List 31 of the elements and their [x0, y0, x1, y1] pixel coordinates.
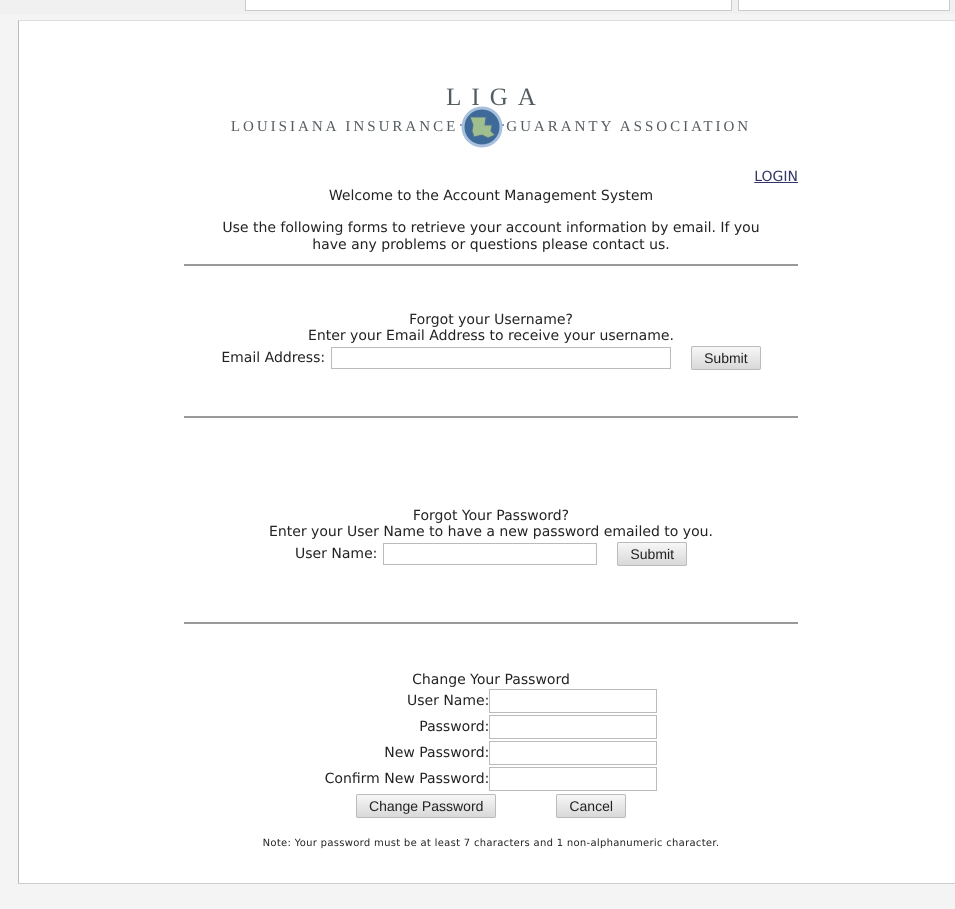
field-label: Password: [418, 719, 490, 735]
password-note: Note: Your password must be at least 7 characters and 1 non-alphanumeric character. [262, 837, 720, 851]
input-field[interactable] [383, 543, 598, 565]
change-password-button[interactable]: Change Password [356, 794, 496, 818]
field-label: User Name: [406, 693, 490, 709]
toolbar-field[interactable] [245, 0, 732, 11]
field-label: User Name: [295, 546, 378, 562]
logo-name: GUARANTY ASSOCIATION [506, 118, 752, 136]
section-title: Forgot Your Password? [412, 508, 570, 524]
welcome-text: Welcome to the Account Management System [328, 188, 654, 204]
logo-title: LIGA [446, 85, 546, 111]
field-label: New Password: [383, 745, 490, 761]
logo-name: LOUISIANA INSURANCE [230, 118, 458, 136]
input-field[interactable] [489, 767, 658, 791]
section-description: Enter your Email Address to receive your username. [308, 328, 674, 344]
input-field[interactable] [489, 715, 658, 739]
toolbar-field[interactable] [738, 0, 950, 11]
submit-button[interactable]: Submit [691, 346, 761, 370]
intro-text: Use the following forms to retrieve your account information by email. If you have any problems or questions please contact us. [221, 220, 761, 254]
submit-button[interactable]: Submit [617, 542, 687, 566]
input-field[interactable] [489, 689, 658, 713]
section-title: Forgot your Username? [409, 312, 573, 328]
section-title: Change Your Password [412, 672, 570, 688]
field-label: Confirm New Password: [324, 771, 490, 787]
input-field[interactable] [331, 347, 672, 369]
input-field[interactable] [489, 741, 658, 765]
state-emblem-icon [460, 105, 504, 149]
cancel-button[interactable]: Cancel [556, 794, 626, 818]
login-link[interactable]: LOGIN [754, 169, 798, 185]
field-label: Email Address: [221, 350, 326, 366]
section-description: Enter your User Name to have a new password emailed to you. [269, 524, 713, 540]
